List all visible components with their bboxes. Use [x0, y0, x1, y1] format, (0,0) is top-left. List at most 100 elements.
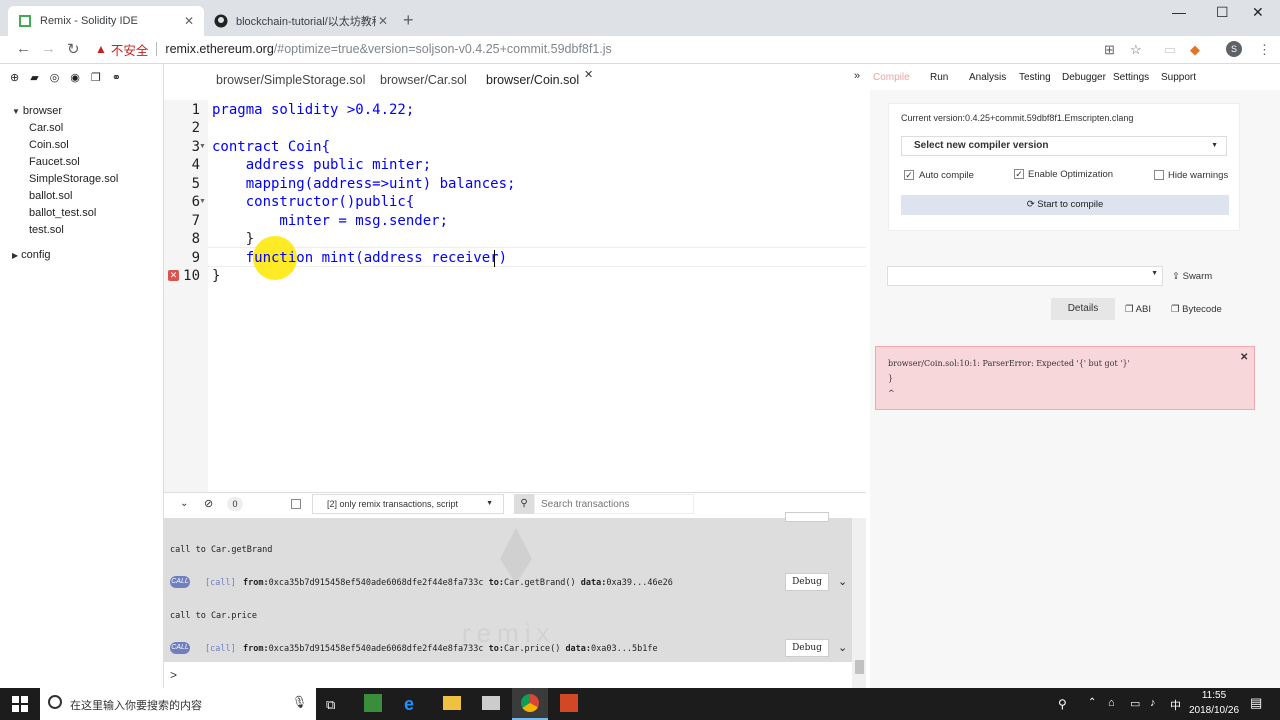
task-view-icon[interactable]: ⧉ — [326, 697, 335, 713]
file-item[interactable]: Faucet.sol — [29, 156, 80, 168]
folder-label: config — [21, 249, 51, 261]
battery-icon[interactable]: ▭ — [1130, 697, 1140, 710]
scrollbar-thumb[interactable] — [855, 660, 864, 674]
volume-icon[interactable]: ♪ — [1150, 697, 1156, 709]
reload-icon[interactable]: ↻ — [67, 40, 80, 58]
code-line: function mint(address receiver) — [212, 250, 508, 266]
tab-debugger[interactable]: Debugger — [1062, 72, 1106, 83]
debug-button[interactable]: Debug — [785, 639, 829, 657]
browser-tab-github[interactable]: blockchain-tutorial/以太坊教程 ✕ — [204, 6, 398, 36]
link-icon[interactable]: ⚭ — [112, 71, 121, 84]
powerpoint-icon[interactable] — [560, 694, 578, 712]
close-editor-tab-icon[interactable]: ✕ — [584, 68, 593, 81]
windows-start-icon[interactable] — [12, 696, 28, 712]
open-folder-icon[interactable]: ▰ — [30, 71, 38, 84]
swarm-button[interactable]: ⇪ Swarm — [1172, 271, 1212, 282]
notepad-app-icon[interactable] — [364, 694, 382, 712]
new-tab-icon[interactable]: + — [403, 10, 414, 31]
clock-date[interactable]: 2018/10/26 — [1182, 705, 1246, 716]
file-item[interactable]: ballot.sol — [29, 190, 72, 202]
tab-analysis[interactable]: Analysis — [969, 72, 1006, 83]
swarm-label: Swarm — [1182, 271, 1213, 282]
folder-browser[interactable]: ▼ browser — [12, 105, 62, 117]
enable-optimization-checkbox[interactable]: ✓ — [1014, 169, 1024, 179]
filter-select[interactable]: [2] only remix transactions, script ▼ — [312, 494, 504, 514]
debug-button[interactable] — [785, 512, 829, 522]
people-icon[interactable]: ⚲ — [1058, 697, 1067, 711]
extension-icon[interactable]: ▭ — [1164, 42, 1176, 58]
file-item[interactable]: Coin.sol — [29, 139, 69, 151]
ime-icon[interactable]: 中 — [1170, 697, 1181, 713]
copy-icon[interactable]: ❐ — [91, 71, 101, 84]
hide-warnings-checkbox[interactable] — [1154, 170, 1164, 180]
minimize-icon[interactable]: — — [1172, 4, 1186, 20]
chrome-taskbar-item[interactable] — [512, 688, 548, 720]
close-tab-icon[interactable]: ✕ — [184, 14, 194, 28]
file-item[interactable]: test.sol — [29, 224, 64, 236]
debug-button[interactable]: Debug — [785, 573, 829, 591]
close-error-icon[interactable]: ✕ — [1240, 352, 1248, 363]
maximize-icon[interactable]: ☐ — [1216, 4, 1229, 21]
clear-terminal-icon[interactable]: ⊘ — [204, 497, 213, 510]
file-explorer-icon[interactable] — [443, 696, 461, 710]
bookmark-star-icon[interactable]: ☆ — [1130, 42, 1142, 58]
auto-compile-checkbox[interactable]: ✓ — [904, 170, 914, 180]
terminal-input[interactable] — [164, 662, 852, 688]
file-explorer-toolbar: ⊕ ▰ ◎ ◉ ❐ ⚭ — [0, 64, 164, 90]
abi-button[interactable]: ❐ ABI — [1125, 304, 1151, 315]
translate-icon[interactable]: ⊞ — [1104, 42, 1115, 58]
github-gist-icon[interactable]: ◎ — [50, 71, 60, 84]
search-transactions-input[interactable] — [534, 494, 694, 514]
menu-icon[interactable]: ⋮ — [1258, 42, 1271, 58]
url-input[interactable]: ▲ 不安全 remix.ethereum.org /#optimize=true… — [95, 38, 1150, 60]
metamask-icon[interactable]: ◆ — [1190, 42, 1200, 58]
browser-tab-remix[interactable]: Remix - Solidity IDE ✕ — [8, 6, 204, 36]
bytecode-label: Bytecode — [1182, 304, 1222, 315]
file-item[interactable]: Car.sol — [29, 122, 63, 134]
tab-settings[interactable]: Settings — [1113, 72, 1149, 83]
tab-compile[interactable]: Compile — [873, 72, 910, 83]
editor-tab-active[interactable]: browser/Coin.sol — [486, 73, 579, 87]
tab-run[interactable]: Run — [930, 72, 948, 83]
edge-icon[interactable]: e — [404, 694, 414, 715]
file-item[interactable]: ballot_test.sol — [29, 207, 96, 219]
chevron-up-icon[interactable]: ⌃ — [1088, 697, 1096, 708]
close-tab-icon[interactable]: ✕ — [378, 14, 388, 28]
editor-tab[interactable]: browser/Car.sol — [380, 73, 467, 87]
window-close-icon[interactable]: ✕ — [1252, 4, 1264, 21]
terminal-prompt: > — [170, 668, 178, 682]
listen-checkbox[interactable] — [291, 499, 301, 509]
expand-right-panel-icon[interactable]: » — [854, 70, 860, 82]
back-icon[interactable]: ← — [16, 40, 31, 57]
minimize-terminal-icon[interactable]: ⌄ — [180, 498, 188, 509]
cortana-icon — [48, 695, 62, 709]
line-number: 2 — [191, 120, 200, 136]
search-icon: ⚲ — [514, 494, 534, 514]
tab-testing[interactable]: Testing — [1019, 72, 1051, 83]
compiler-version-select[interactable]: Select new compiler version ▼ — [901, 136, 1227, 156]
notification-icon[interactable]: ▤ — [1250, 695, 1262, 711]
error-marker-icon[interactable]: ✕ — [168, 270, 179, 281]
details-button[interactable]: Details — [1051, 298, 1115, 320]
fold-icon[interactable]: ▼ — [199, 143, 206, 150]
editor-tab[interactable]: browser/SimpleStorage.sol — [216, 73, 365, 87]
folder-config[interactable]: ▶ config — [12, 249, 51, 261]
taskbar-search-box[interactable]: 在这里输入你要搜索的内容 🎙 — [40, 688, 316, 720]
chevron-down-icon[interactable]: ⌄ — [838, 575, 847, 588]
network-icon[interactable]: ⌂ — [1108, 697, 1115, 709]
new-file-icon[interactable]: ⊕ — [10, 71, 19, 84]
contract-select[interactable]: ▼ — [887, 266, 1163, 286]
start-compile-button[interactable]: ⟳ Start to compile — [901, 195, 1229, 215]
fold-icon[interactable]: ▼ — [199, 198, 206, 205]
tab-support[interactable]: Support — [1161, 72, 1196, 83]
chevron-down-icon[interactable]: ⌄ — [838, 641, 847, 654]
github-icon[interactable]: ◉ — [70, 71, 80, 84]
url-host: remix.ethereum.org — [165, 42, 274, 56]
forward-icon[interactable]: → — [41, 40, 56, 57]
profile-avatar[interactable]: S — [1226, 41, 1242, 57]
app-icon[interactable] — [482, 696, 500, 710]
file-item[interactable]: SimpleStorage.sol — [29, 173, 118, 185]
code-line: pragma solidity >0.4.22; — [212, 102, 415, 118]
bytecode-button[interactable]: ❐ Bytecode — [1171, 304, 1222, 315]
clock-time[interactable]: 11:55 — [1190, 690, 1238, 701]
